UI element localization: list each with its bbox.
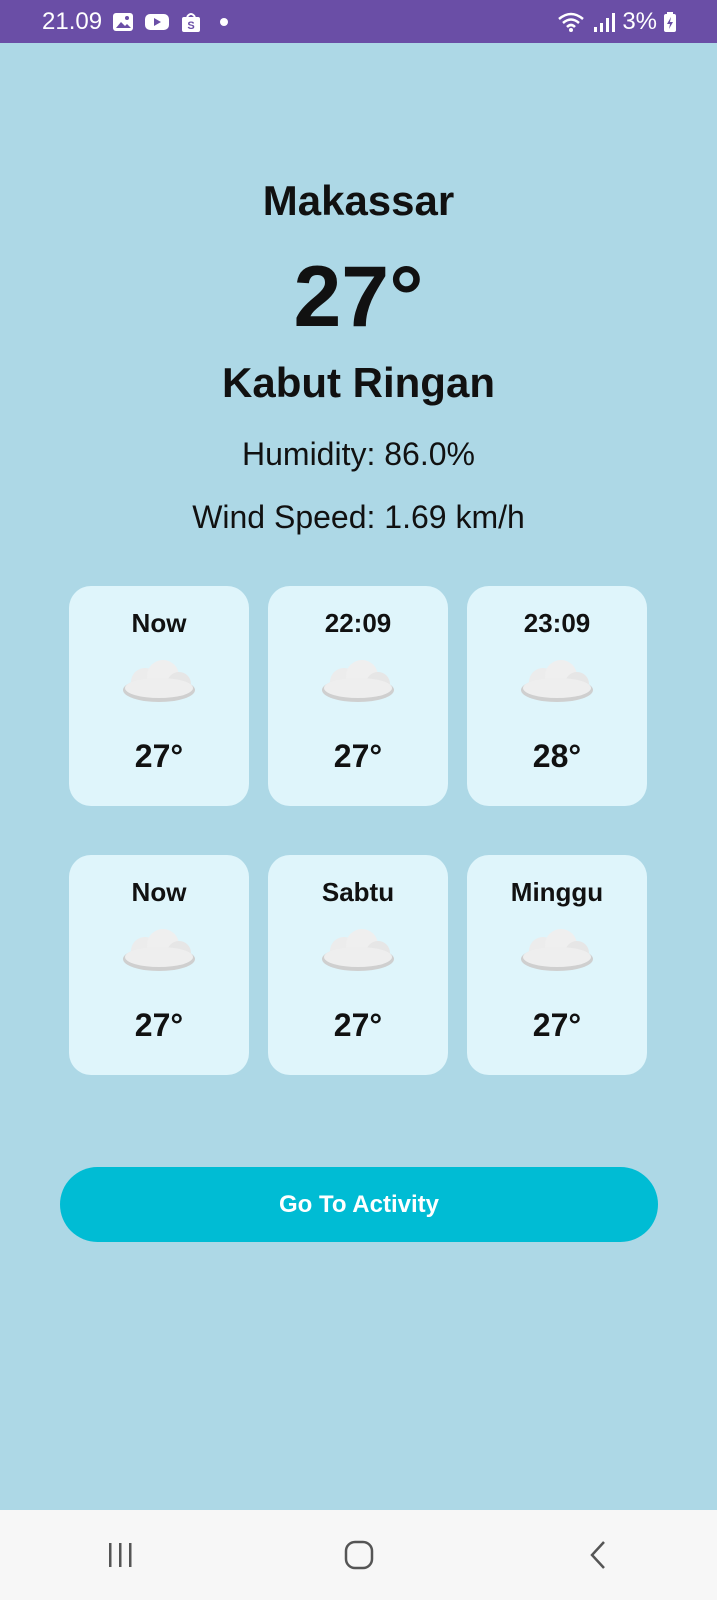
back-icon[interactable] [558, 1525, 638, 1585]
cloud-icon [119, 927, 199, 982]
hourly-forecast-card: 23:09 28° [467, 586, 647, 806]
recent-apps-icon[interactable] [80, 1525, 160, 1585]
youtube-icon [144, 12, 170, 32]
humidity-text: Humidity: 86.0% [242, 436, 475, 472]
forecast-time: Now [131, 608, 187, 638]
forecast-temperature: 27° [134, 738, 184, 774]
forecast-temperature: 27° [532, 1007, 582, 1043]
cloud-icon [318, 658, 398, 713]
weather-screen: Makassar 27° Kabut Ringan Humidity: 86.0… [0, 43, 717, 1510]
forecast-day: Now [131, 877, 187, 907]
daily-forecast-card: Minggu 27° [467, 855, 647, 1075]
cloud-icon [119, 658, 199, 713]
gallery-icon [112, 12, 134, 32]
go-to-activity-button[interactable]: Go To Activity [60, 1167, 658, 1242]
forecast-time: 23:09 [523, 608, 591, 638]
shopee-icon: S [180, 11, 202, 33]
city-name: Makassar [262, 177, 455, 224]
daily-forecast-card: Now 27° [69, 855, 249, 1075]
current-temperature: 27° [293, 249, 424, 345]
battery-charging-icon [663, 11, 677, 33]
home-icon[interactable] [319, 1525, 399, 1585]
cloud-icon [517, 927, 597, 982]
wind-speed-text: Wind Speed: 1.69 km/h [192, 499, 525, 535]
status-time: 21.09 [42, 7, 103, 35]
forecast-time: 22:09 [324, 608, 392, 638]
weather-condition: Kabut Ringan [222, 359, 495, 406]
forecast-temperature: 27° [134, 1007, 184, 1043]
forecast-day: Minggu [510, 877, 604, 907]
cloud-icon [318, 927, 398, 982]
navigation-bar [0, 1510, 717, 1600]
forecast-temperature: 27° [333, 738, 383, 774]
forecast-day: Sabtu [321, 877, 395, 907]
battery-percentage: 3% [622, 7, 657, 35]
hourly-forecast-card: 22:09 27° [268, 586, 448, 806]
daily-forecast-card: Sabtu 27° [268, 855, 448, 1075]
forecast-temperature: 28° [532, 738, 582, 774]
wifi-icon [556, 11, 586, 33]
status-bar: 21.09 S 3% [0, 0, 717, 43]
notification-dot [220, 17, 229, 26]
svg-text:S: S [187, 20, 194, 32]
forecast-temperature: 27° [333, 1007, 383, 1043]
signal-icon [592, 11, 616, 33]
hourly-forecast-card: Now 27° [69, 586, 249, 806]
cloud-icon [517, 658, 597, 713]
